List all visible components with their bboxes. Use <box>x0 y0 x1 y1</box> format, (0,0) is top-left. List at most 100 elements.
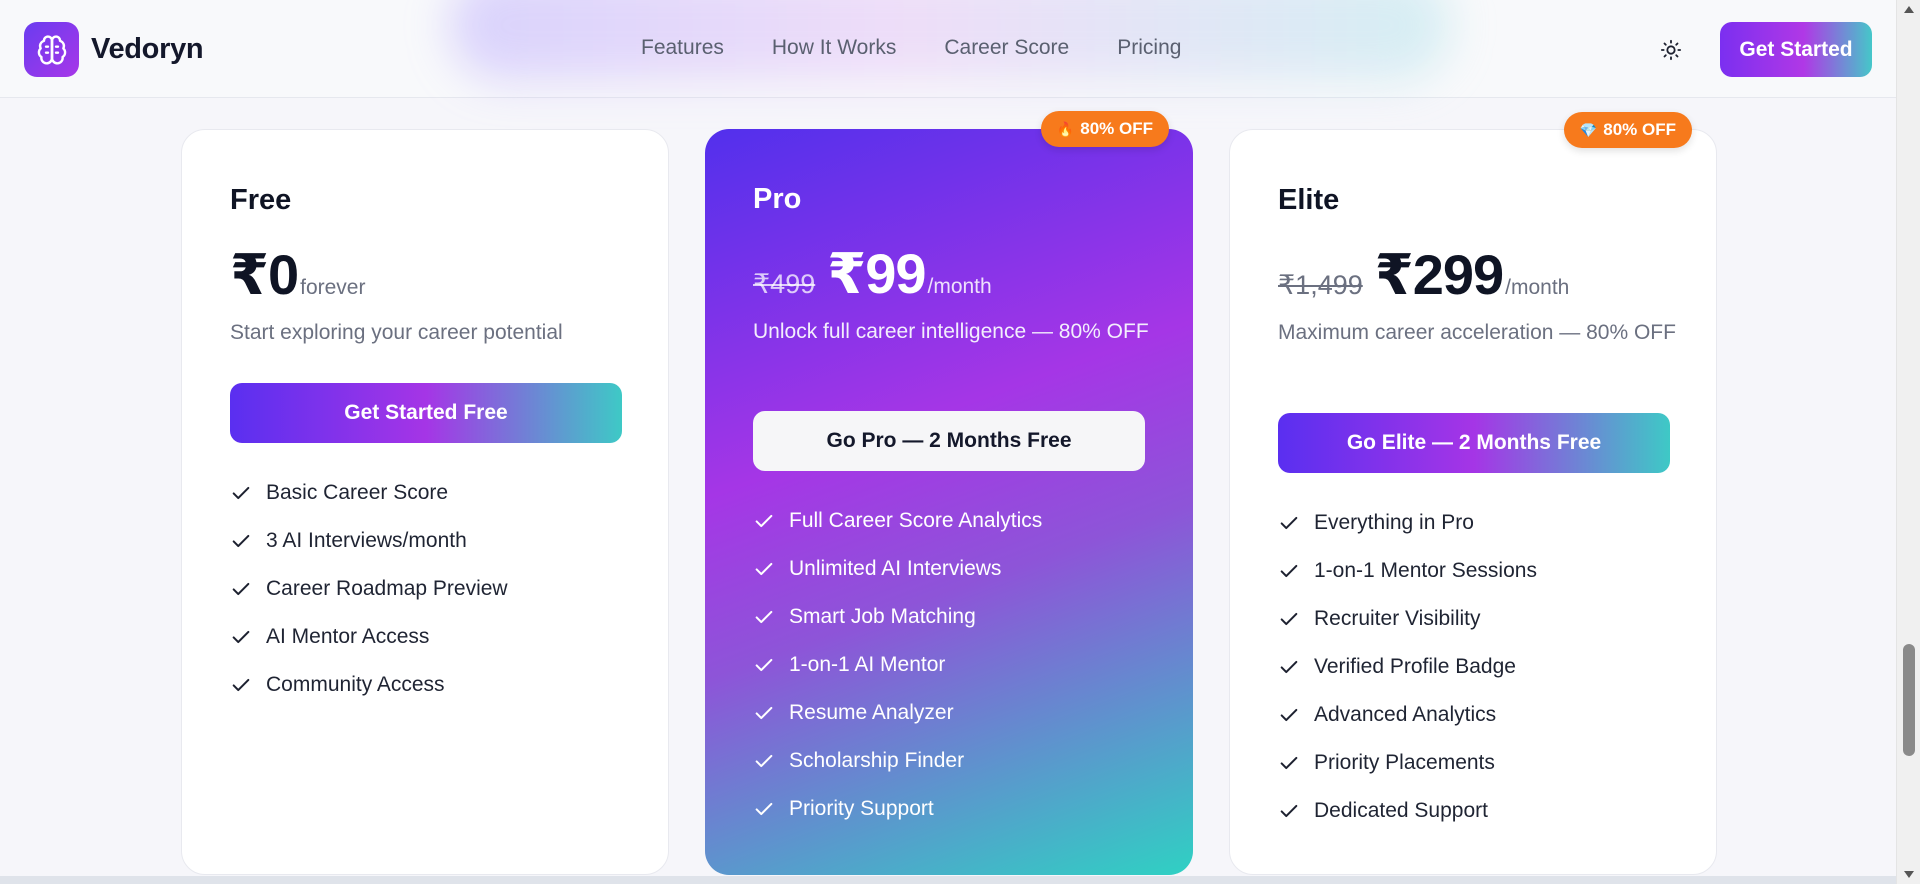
list-item: Career Roadmap Preview <box>230 565 508 613</box>
check-icon <box>755 658 773 672</box>
badge-label: 80% OFF <box>1080 119 1153 138</box>
feature-list: Everything in Pro 1-on-1 Mentor Sessions… <box>1278 499 1537 835</box>
scroll-down-arrow-icon[interactable] <box>1904 871 1914 878</box>
nav-features[interactable]: Features <box>641 36 724 60</box>
feature-label: Resume Analyzer <box>789 701 954 724</box>
discount-badge: 🔥 80% OFF <box>1040 111 1169 147</box>
feature-label: 1-on-1 Mentor Sessions <box>1314 559 1537 582</box>
price-row: ₹499 ₹99 /month <box>753 241 992 307</box>
feature-list: Full Career Score Analytics Unlimited AI… <box>753 497 1042 833</box>
brand-name: Vedoryn <box>91 33 204 65</box>
check-icon <box>232 486 250 500</box>
check-icon <box>1280 516 1298 530</box>
scroll-up-arrow-icon[interactable] <box>1904 6 1914 13</box>
nav-pricing[interactable]: Pricing <box>1117 36 1181 60</box>
plan-tagline: Maximum career acceleration — 80% OFF <box>1278 321 1676 344</box>
brain-icon <box>24 22 79 77</box>
price-row: ₹1,499 ₹299 /month <box>1278 242 1569 308</box>
go-pro-button[interactable]: Go Pro — 2 Months Free <box>753 411 1145 471</box>
check-icon <box>232 678 250 692</box>
list-item: Unlimited AI Interviews <box>753 545 1042 593</box>
feature-label: Unlimited AI Interviews <box>789 557 1002 580</box>
vertical-scrollbar[interactable] <box>1896 0 1920 884</box>
feature-label: AI Mentor Access <box>266 625 430 648</box>
pricing-card-pro: 🔥 80% OFF Pro ₹499 ₹99 /month Unlock full… <box>705 111 1193 875</box>
plan-period: forever <box>300 276 366 299</box>
plan-name: Elite <box>1278 184 1340 216</box>
check-icon <box>1280 708 1298 722</box>
feature-label: Scholarship Finder <box>789 749 965 772</box>
diamond-icon: 💎 <box>1579 121 1598 138</box>
list-item: Everything in Pro <box>1278 499 1537 547</box>
feature-label: 3 AI Interviews/month <box>266 529 467 552</box>
feature-label: Career Roadmap Preview <box>266 577 508 600</box>
list-item: Advanced Analytics <box>1278 691 1537 739</box>
feature-label: Dedicated Support <box>1314 799 1488 822</box>
pricing-card-elite: 💎 80% OFF Elite ₹1,499 ₹299 /month Maximu… <box>1229 112 1717 875</box>
check-icon <box>232 534 250 548</box>
get-started-button[interactable]: Get Started <box>1720 22 1872 77</box>
plan-tagline: Unlock full career intelligence — 80% OF… <box>753 320 1149 343</box>
feature-label: Full Career Score Analytics <box>789 509 1043 532</box>
feature-label: Advanced Analytics <box>1314 703 1497 726</box>
page-bottom-edge <box>0 876 1896 884</box>
plan-tagline: Start exploring your career potential <box>230 321 563 344</box>
check-icon <box>232 630 250 644</box>
feature-label: Smart Job Matching <box>789 605 976 628</box>
old-price: ₹499 <box>753 269 816 299</box>
scrollbar-thumb[interactable] <box>1903 644 1915 756</box>
price-row: ₹0 forever <box>230 242 365 308</box>
check-icon <box>1280 756 1298 770</box>
check-icon <box>755 754 773 768</box>
list-item: Community Access <box>230 661 508 709</box>
feature-label: Verified Profile Badge <box>1314 655 1516 678</box>
check-icon <box>232 582 250 596</box>
check-icon <box>1280 564 1298 578</box>
pricing-card-free: Free ₹0 forever Start exploring your car… <box>181 129 669 875</box>
brand-logo[interactable]: Vedoryn <box>24 22 204 77</box>
list-item: Priority Support <box>753 785 1042 833</box>
plan-period: /month <box>927 275 992 298</box>
list-item: Verified Profile Badge <box>1278 643 1537 691</box>
feature-label: Everything in Pro <box>1314 511 1474 534</box>
top-navbar: Vedoryn Features How It Works Career Sco… <box>0 0 1896 98</box>
get-started-free-button[interactable]: Get Started Free <box>230 383 622 443</box>
check-icon <box>755 562 773 576</box>
feature-label: Community Access <box>266 673 445 696</box>
list-item: Smart Job Matching <box>753 593 1042 641</box>
list-item: Full Career Score Analytics <box>753 497 1042 545</box>
feature-label: Priority Support <box>789 797 934 820</box>
nav-career-score[interactable]: Career Score <box>944 36 1069 60</box>
list-item: Resume Analyzer <box>753 689 1042 737</box>
feature-label: Recruiter Visibility <box>1314 607 1481 630</box>
plan-name: Pro <box>753 183 802 215</box>
check-icon <box>1280 660 1298 674</box>
check-icon <box>1280 612 1298 626</box>
list-item: Dedicated Support <box>1278 787 1537 835</box>
fire-icon: 🔥 <box>1056 120 1075 137</box>
old-price: ₹1,499 <box>1278 270 1363 300</box>
list-item: Scholarship Finder <box>753 737 1042 785</box>
check-icon <box>755 610 773 624</box>
plan-price: ₹0 <box>230 243 299 306</box>
list-item: Priority Placements <box>1278 739 1537 787</box>
check-icon <box>1280 804 1298 818</box>
list-item: 3 AI Interviews/month <box>230 517 508 565</box>
main-nav: Features How It Works Career Score Prici… <box>641 36 1181 60</box>
feature-label: Basic Career Score <box>266 481 449 504</box>
feature-label: Priority Placements <box>1314 751 1495 774</box>
list-item: Basic Career Score <box>230 469 508 517</box>
list-item: AI Mentor Access <box>230 613 508 661</box>
check-icon <box>755 802 773 816</box>
go-elite-button[interactable]: Go Elite — 2 Months Free <box>1278 413 1670 473</box>
plan-price: ₹99 <box>827 242 926 305</box>
sun-icon[interactable] <box>1655 34 1687 66</box>
check-icon <box>755 706 773 720</box>
list-item: Recruiter Visibility <box>1278 595 1537 643</box>
plan-price: ₹299 <box>1374 243 1504 306</box>
list-item: 1-on-1 AI Mentor <box>753 641 1042 689</box>
feature-label: 1-on-1 AI Mentor <box>789 653 946 676</box>
feature-list: Basic Career Score 3 AI Interviews/month… <box>230 469 508 709</box>
plan-name: Free <box>230 184 292 216</box>
nav-how-it-works[interactable]: How It Works <box>772 36 896 60</box>
